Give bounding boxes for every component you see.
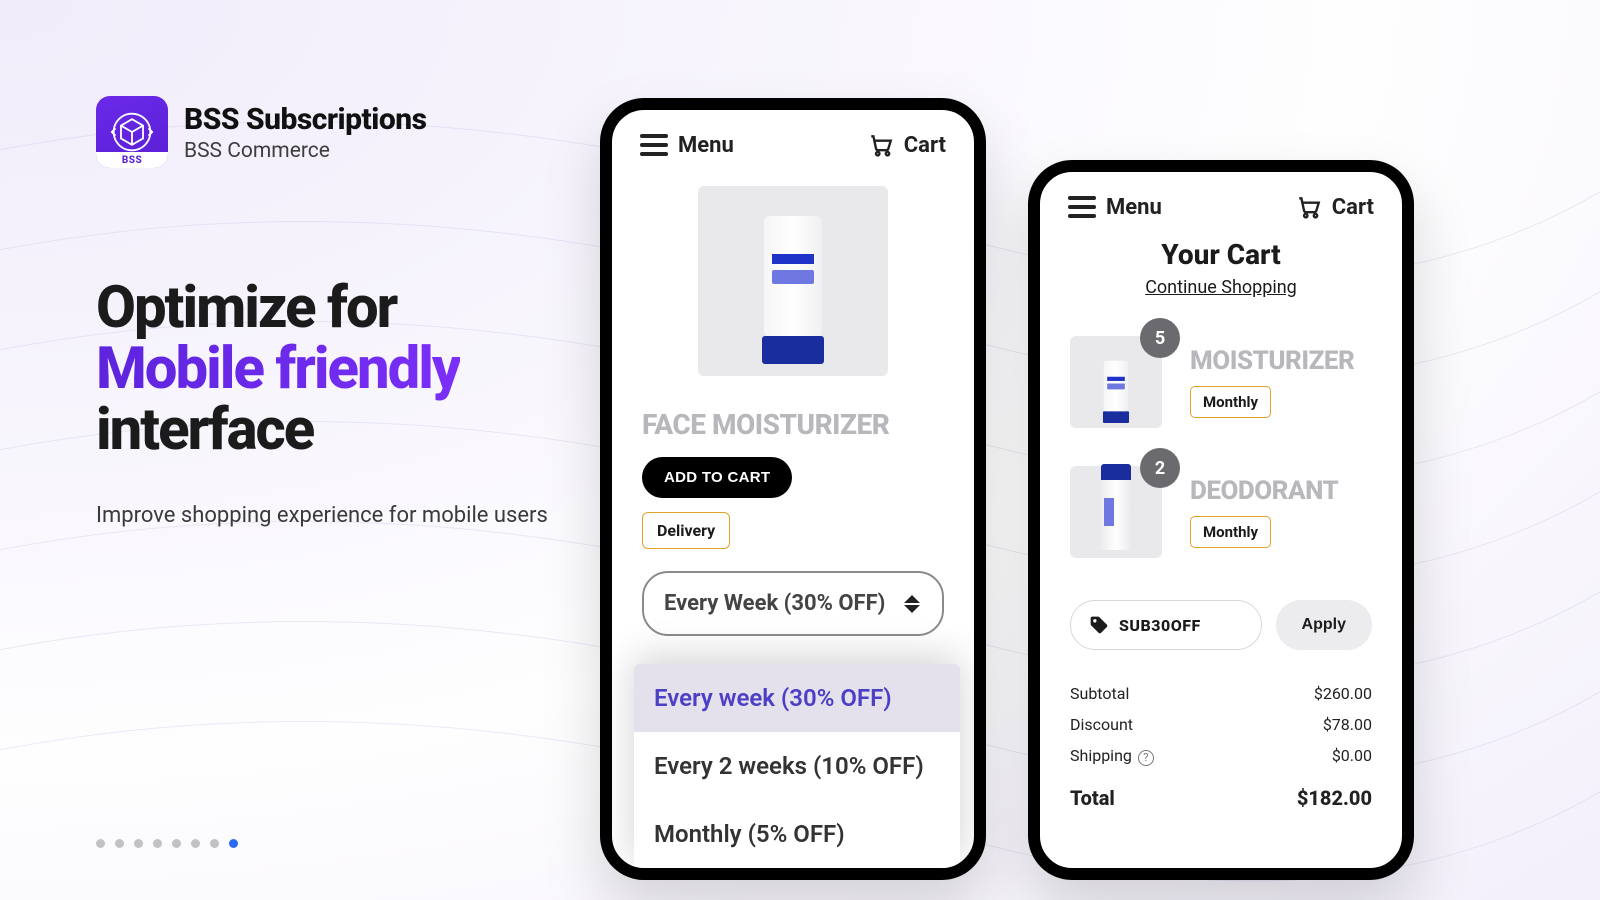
cart-icon bbox=[868, 132, 894, 158]
tag-icon bbox=[1089, 615, 1109, 635]
cart-button[interactable]: Cart bbox=[868, 132, 946, 158]
carousel-dot[interactable] bbox=[172, 839, 181, 848]
cart-icon bbox=[1296, 194, 1322, 220]
frequency-select[interactable]: Every Week (30% OFF) bbox=[642, 571, 944, 636]
hamburger-icon bbox=[1068, 196, 1096, 218]
menu-button[interactable]: Menu bbox=[640, 133, 734, 158]
frequency-option[interactable]: Monthly (5% OFF) bbox=[634, 800, 960, 868]
cart-item-name: DEODORANT bbox=[1190, 476, 1338, 506]
frequency-select-value: Every Week (30% OFF) bbox=[664, 591, 885, 616]
hero-line3: interface bbox=[96, 396, 313, 464]
shipping-label: Shipping bbox=[1070, 746, 1132, 765]
stepper-arrows-icon bbox=[904, 595, 920, 613]
hero-sub: Improve shopping experience for mobile u… bbox=[96, 501, 576, 532]
add-to-cart-button[interactable]: ADD TO CART bbox=[642, 457, 792, 498]
frequency-dropdown: Every week (30% OFF)Every 2 weeks (10% O… bbox=[634, 664, 960, 868]
brand-icon: BSS bbox=[96, 96, 168, 168]
qty-badge: 5 bbox=[1140, 318, 1180, 358]
cart-item-name: MOISTURIZER bbox=[1190, 346, 1354, 376]
qty-badge: 2 bbox=[1140, 448, 1180, 488]
brand-subtitle: BSS Commerce bbox=[184, 139, 427, 163]
product-title: FACE MOISTURIZER bbox=[642, 408, 944, 441]
menu-label: Menu bbox=[678, 133, 734, 158]
cart-heading: Your Cart bbox=[1070, 238, 1372, 271]
cart-label: Cart bbox=[904, 133, 946, 158]
total-label: Total bbox=[1070, 786, 1115, 810]
cart-label: Cart bbox=[1332, 195, 1374, 220]
cart-item-tag: Monthly bbox=[1190, 516, 1271, 548]
hero-accent: Mobile friendly bbox=[96, 335, 460, 403]
discount-value: $78.00 bbox=[1323, 715, 1372, 734]
carousel-dot[interactable] bbox=[210, 839, 219, 848]
frequency-option[interactable]: Every 2 weeks (10% OFF) bbox=[634, 732, 960, 800]
carousel-dot[interactable] bbox=[153, 839, 162, 848]
shipping-value: $0.00 bbox=[1332, 746, 1372, 766]
carousel-dot[interactable] bbox=[115, 839, 124, 848]
subtotal-value: $260.00 bbox=[1314, 684, 1372, 703]
carousel-dot[interactable] bbox=[191, 839, 200, 848]
menu-label: Menu bbox=[1106, 195, 1162, 220]
cart-item: 2 DEODORANT Monthly bbox=[1070, 466, 1372, 558]
hero-line1: Optimize for bbox=[96, 274, 396, 342]
apply-button[interactable]: Apply bbox=[1276, 600, 1372, 650]
discount-label: Discount bbox=[1070, 715, 1133, 734]
cart-button[interactable]: Cart bbox=[1296, 194, 1374, 220]
subtotal-label: Subtotal bbox=[1070, 684, 1129, 703]
frequency-option[interactable]: Every week (30% OFF) bbox=[634, 664, 960, 732]
hamburger-icon bbox=[640, 134, 668, 156]
phone-mockup-product: Menu Cart FACE MOISTURIZER ADD TO CART D… bbox=[600, 98, 986, 880]
cart-item: 5 MOISTURIZER Monthly bbox=[1070, 336, 1372, 428]
brand-header: BSS BSS Subscriptions BSS Commerce bbox=[96, 96, 576, 168]
hero-heading: Optimize for Mobile friendly interface I… bbox=[96, 278, 576, 531]
brand-title: BSS Subscriptions bbox=[184, 102, 427, 137]
order-summary: Subtotal $260.00 Discount $78.00 Shipping?… bbox=[1070, 678, 1372, 816]
menu-button[interactable]: Menu bbox=[1068, 195, 1162, 220]
carousel-dot[interactable] bbox=[134, 839, 143, 848]
carousel-dot[interactable] bbox=[96, 839, 105, 848]
product-image bbox=[698, 186, 888, 376]
total-value: $182.00 bbox=[1297, 786, 1372, 810]
promo-code: SUB30OFF bbox=[1119, 616, 1201, 635]
phone-mockup-cart: Menu Cart Your Cart Continue Shopping 5 … bbox=[1028, 160, 1414, 880]
carousel-dot[interactable] bbox=[229, 839, 238, 848]
cart-item-tag: Monthly bbox=[1190, 386, 1271, 418]
continue-shopping-link[interactable]: Continue Shopping bbox=[1070, 277, 1372, 298]
help-icon[interactable]: ? bbox=[1138, 750, 1154, 766]
delivery-tag: Delivery bbox=[642, 512, 730, 549]
promo-input[interactable]: SUB30OFF bbox=[1070, 600, 1262, 650]
carousel-dots[interactable] bbox=[96, 839, 238, 848]
brand-badge: BSS bbox=[96, 152, 168, 168]
